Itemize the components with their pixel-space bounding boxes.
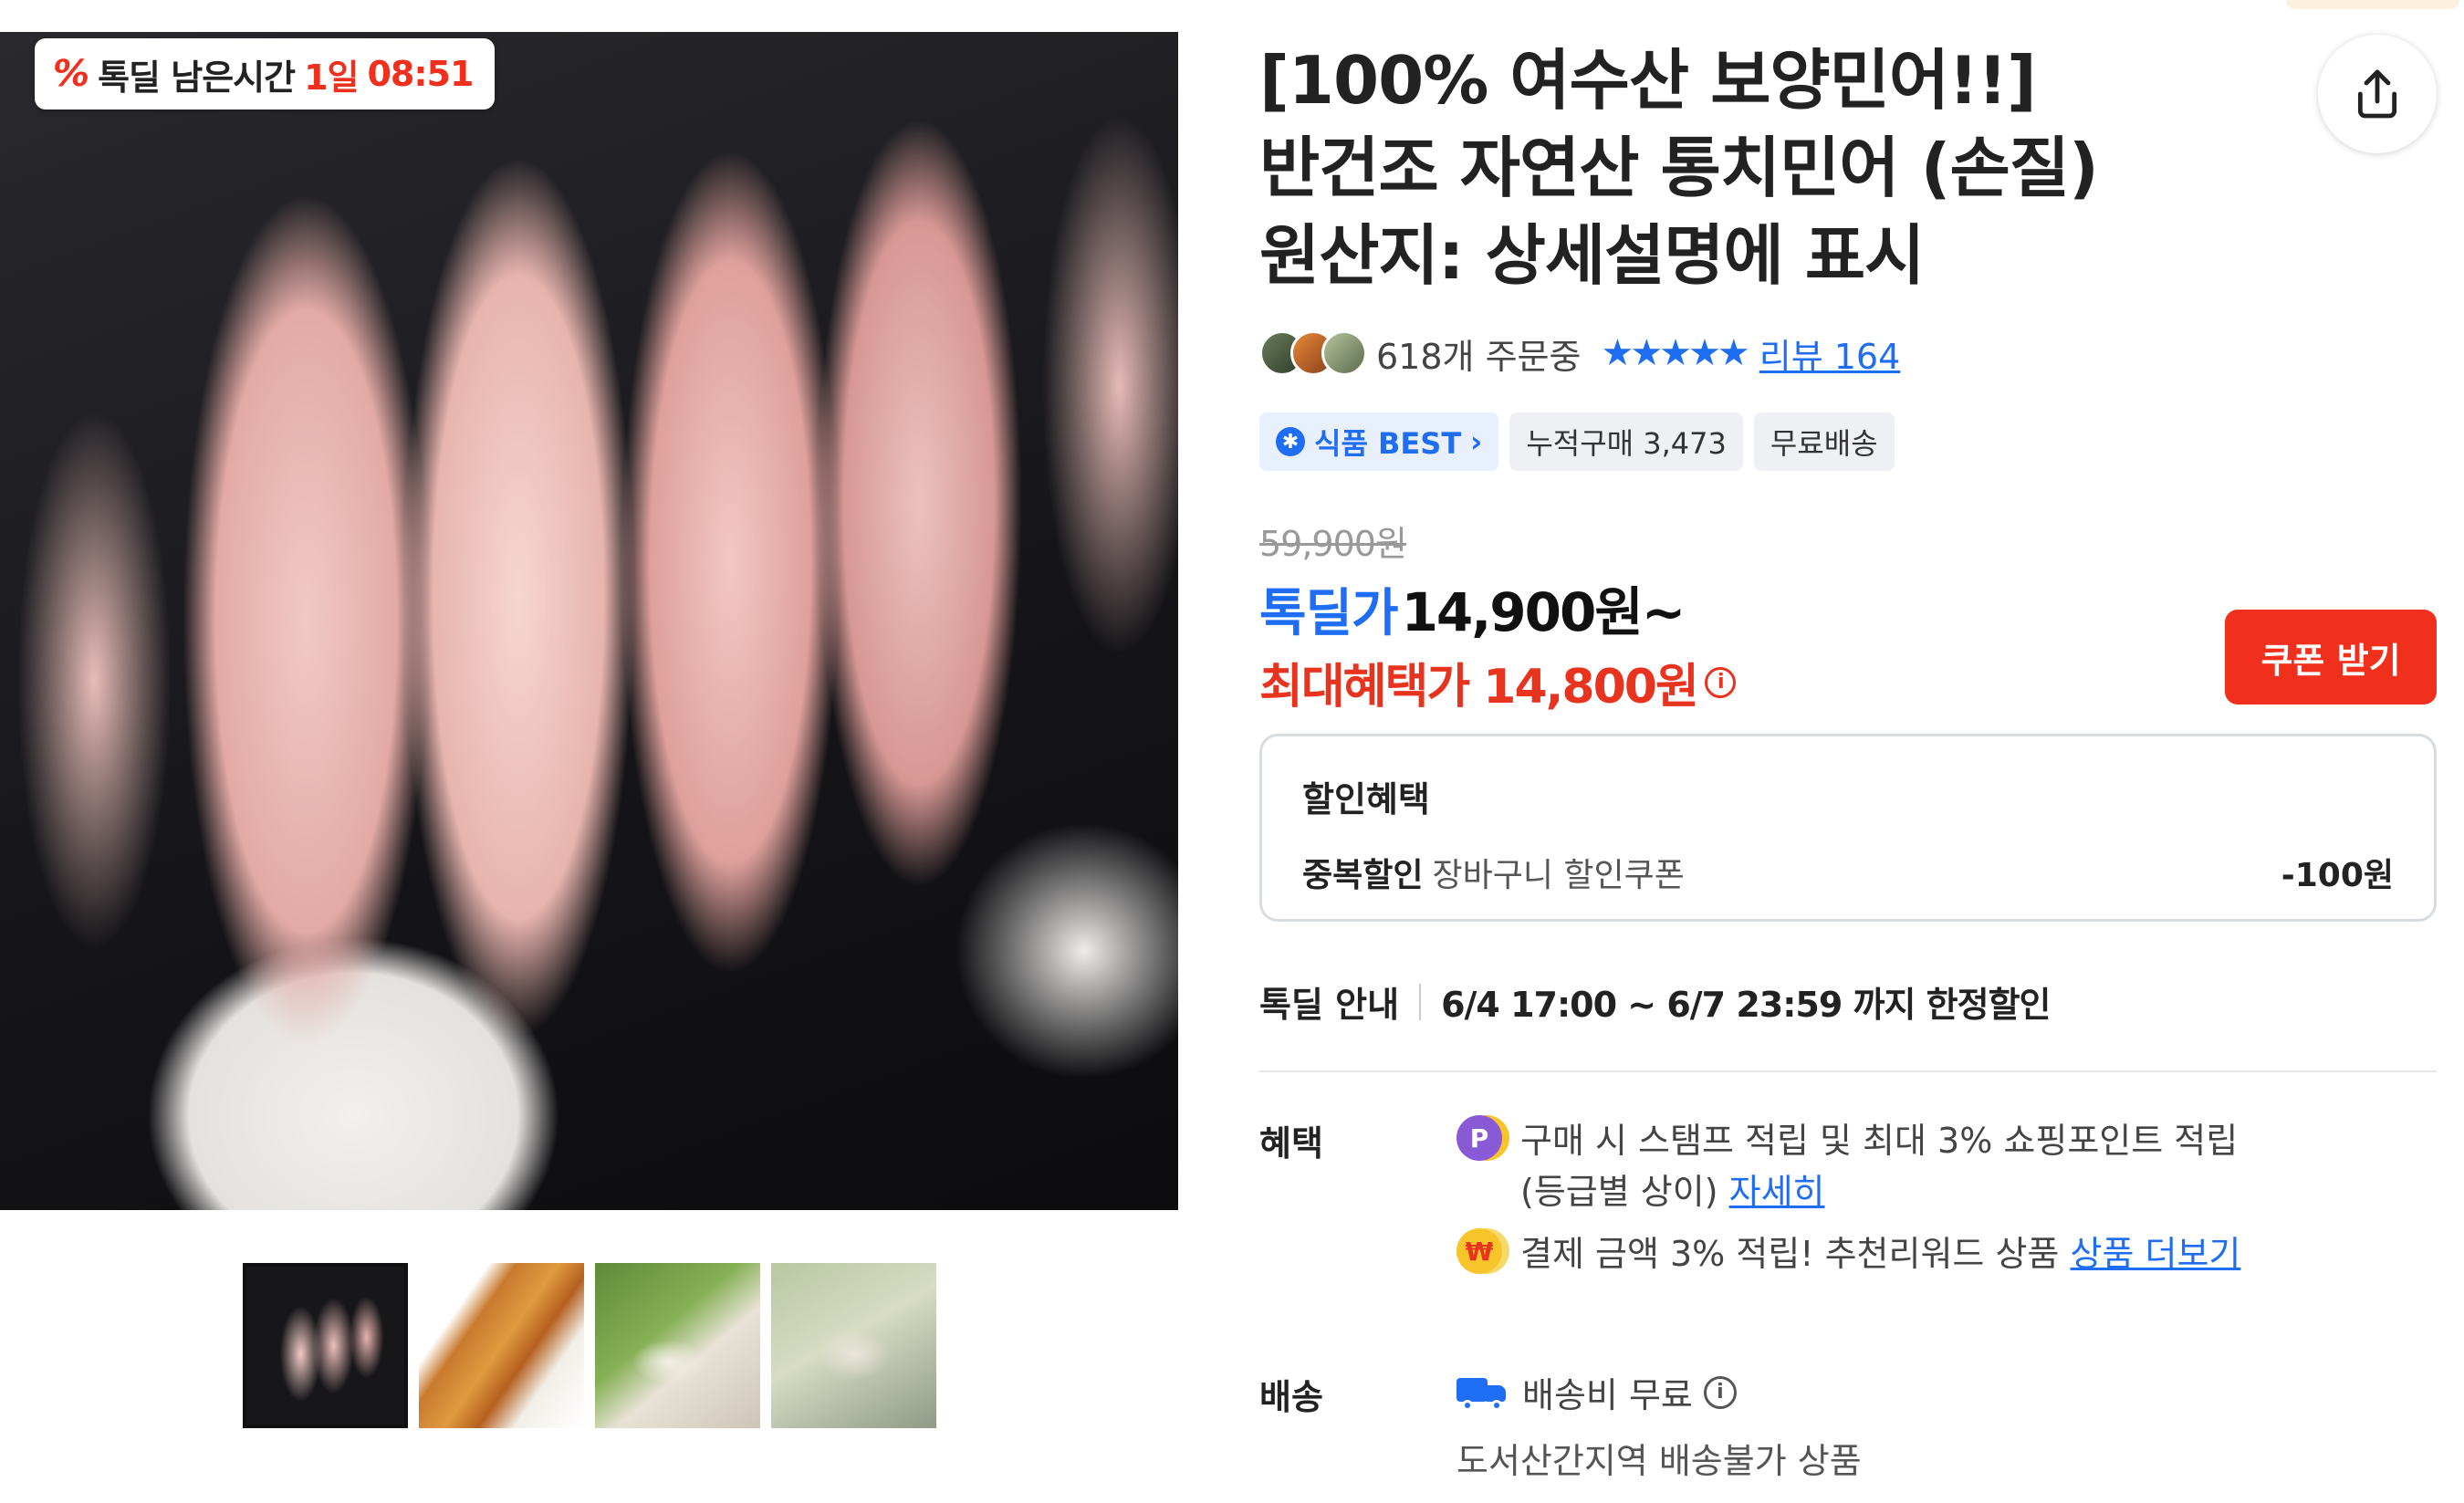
percent-deal-icon: % (53, 53, 89, 95)
timer-days: 1일 (304, 57, 359, 98)
free-shipping-badge: 무료배송 (1753, 412, 1895, 471)
info-icon[interactable]: i (1703, 1375, 1737, 1409)
deal-notice-period: 6/4 17:00 ~ 6/7 23:59 까지 한정할인 (1441, 985, 2051, 1025)
title-line-1: [100% 여수산 보양민어!!] (1259, 42, 2037, 119)
avatar (1321, 330, 1367, 376)
cumulative-purchase-badge: 누적구매 3,473 (1509, 412, 1743, 471)
deal-price-row: 톡딜가 14,900원~ (1259, 569, 1686, 646)
deal-price-label: 톡딜가 (1259, 584, 1399, 643)
benefit-label: 혜택 (1259, 1123, 1323, 1164)
timer-clock: 08:51 (367, 54, 474, 94)
review-link[interactable]: 리뷰 164 (1759, 329, 1901, 379)
buyer-avatars (1259, 330, 1367, 376)
original-price: 59,900원 (1259, 524, 1407, 564)
food-best-label: 식품 BEST (1314, 426, 1462, 461)
get-coupon-button[interactable]: 쿠폰 받기 (2225, 610, 2437, 705)
benefit-points-text: 구매 시 스탬프 적립 및 최대 3% 쇼핑포인트 적립 (1520, 1121, 2239, 1161)
shipping-note: 도서산간지역 배송불가 상품 (1456, 1441, 1862, 1481)
discount-desc: 장바구니 할인쿠폰 (1432, 857, 1685, 894)
deal-notice-label: 톡딜 안내 (1259, 985, 1400, 1025)
info-icon[interactable]: i (1704, 666, 1736, 698)
share-button[interactable] (2318, 35, 2437, 153)
chevron-right-icon: › (1470, 424, 1483, 459)
thumbnail-1[interactable] (243, 1263, 408, 1428)
rating-stars-icon: ★★★★★ (1601, 332, 1749, 374)
benefit-points-line2: (등급별 상이) 자세히 (1520, 1166, 2238, 1217)
benefit-points-text-2: (등급별 상이) (1520, 1172, 1718, 1212)
badge-row: ✱ 식품 BEST › 누적구매 3,473 무료배송 (1259, 412, 1895, 471)
discount-title: 할인혜택 (1302, 779, 1430, 819)
title-line-2: 반건조 자연산 통치민어 (손질) (1259, 130, 2099, 206)
max-benefit-price: 최대혜택가 14,800원 i (1259, 648, 1736, 716)
details-link[interactable]: 자세히 (1729, 1172, 1825, 1212)
top-tab-hint (2286, 0, 2459, 9)
max-benefit-price-text: 최대혜택가 14,800원 (1259, 660, 1699, 715)
shipping-fee: 배송비 무료 (1522, 1375, 1693, 1415)
shipping-fee-row: 배송비 무료 i (1456, 1367, 1737, 1417)
shipping-label: 배송 (1259, 1377, 1323, 1417)
deal-timer-badge: % 톡딜 남은시간 1일 08:51 (35, 38, 496, 110)
benefit-row-points: P 구매 시 스탬프 적립 및 최대 3% 쇼핑포인트 적립 (등급별 상이) … (1456, 1115, 2238, 1217)
deal-notice: 톡딜 안내 6/4 17:00 ~ 6/7 23:59 까지 한정할인 (1259, 976, 2052, 1027)
discount-amount: -100원 (2281, 857, 2394, 894)
thumbnail-2[interactable] (419, 1263, 584, 1428)
section-divider (1259, 1070, 2437, 1072)
timer-label: 톡딜 남은시간 (98, 57, 296, 98)
truck-icon (1456, 1374, 1508, 1411)
main-product-image[interactable] (0, 32, 1178, 1210)
discount-box: 할인혜택 중복할인 장바구니 할인쿠폰 -100원 (1259, 734, 2437, 922)
benefit-text: 구매 시 스탬프 적립 및 최대 3% 쇼핑포인트 적립 (등급별 상이) 자세… (1520, 1115, 2238, 1217)
point-icon: P (1456, 1115, 1502, 1161)
deal-price-value: 14,900원~ (1401, 581, 1686, 643)
discount-tag: 중복할인 (1302, 857, 1424, 894)
share-icon (2357, 69, 2397, 119)
benefit-row-reward: ₩ 결제 금액 3% 적립! 추천리워드 상품 상품 더보기 (1456, 1228, 2240, 1279)
title-line-3: 원산지: 상세설명에 표시 (1259, 217, 1925, 294)
thumbnail-3[interactable] (595, 1263, 760, 1428)
divider (1419, 983, 1422, 1020)
order-count: 618개 주문중 (1376, 336, 1582, 377)
product-title: [100% 여수산 보양민어!!] 반건조 자연산 통치민어 (손질) 원산지:… (1259, 37, 2281, 299)
reward-icon: ₩ (1456, 1228, 1502, 1274)
more-products-link[interactable]: 상품 더보기 (2071, 1234, 2241, 1274)
gear-icon: ✱ (1276, 427, 1305, 456)
food-best-badge[interactable]: ✱ 식품 BEST › (1259, 412, 1499, 471)
meta-row: 618개 주문중 ★★★★★ 리뷰 164 (1259, 321, 1900, 385)
benefit-reward-text: 결제 금액 3% 적립! 추천리워드 상품 (1520, 1234, 2060, 1274)
benefit-reward: 결제 금액 3% 적립! 추천리워드 상품 상품 더보기 (1520, 1228, 2240, 1279)
thumbnail-strip (243, 1263, 936, 1428)
discount-row: 중복할인 장바구니 할인쿠폰 -100원 (1302, 849, 2394, 896)
thumbnail-4[interactable] (771, 1263, 936, 1428)
